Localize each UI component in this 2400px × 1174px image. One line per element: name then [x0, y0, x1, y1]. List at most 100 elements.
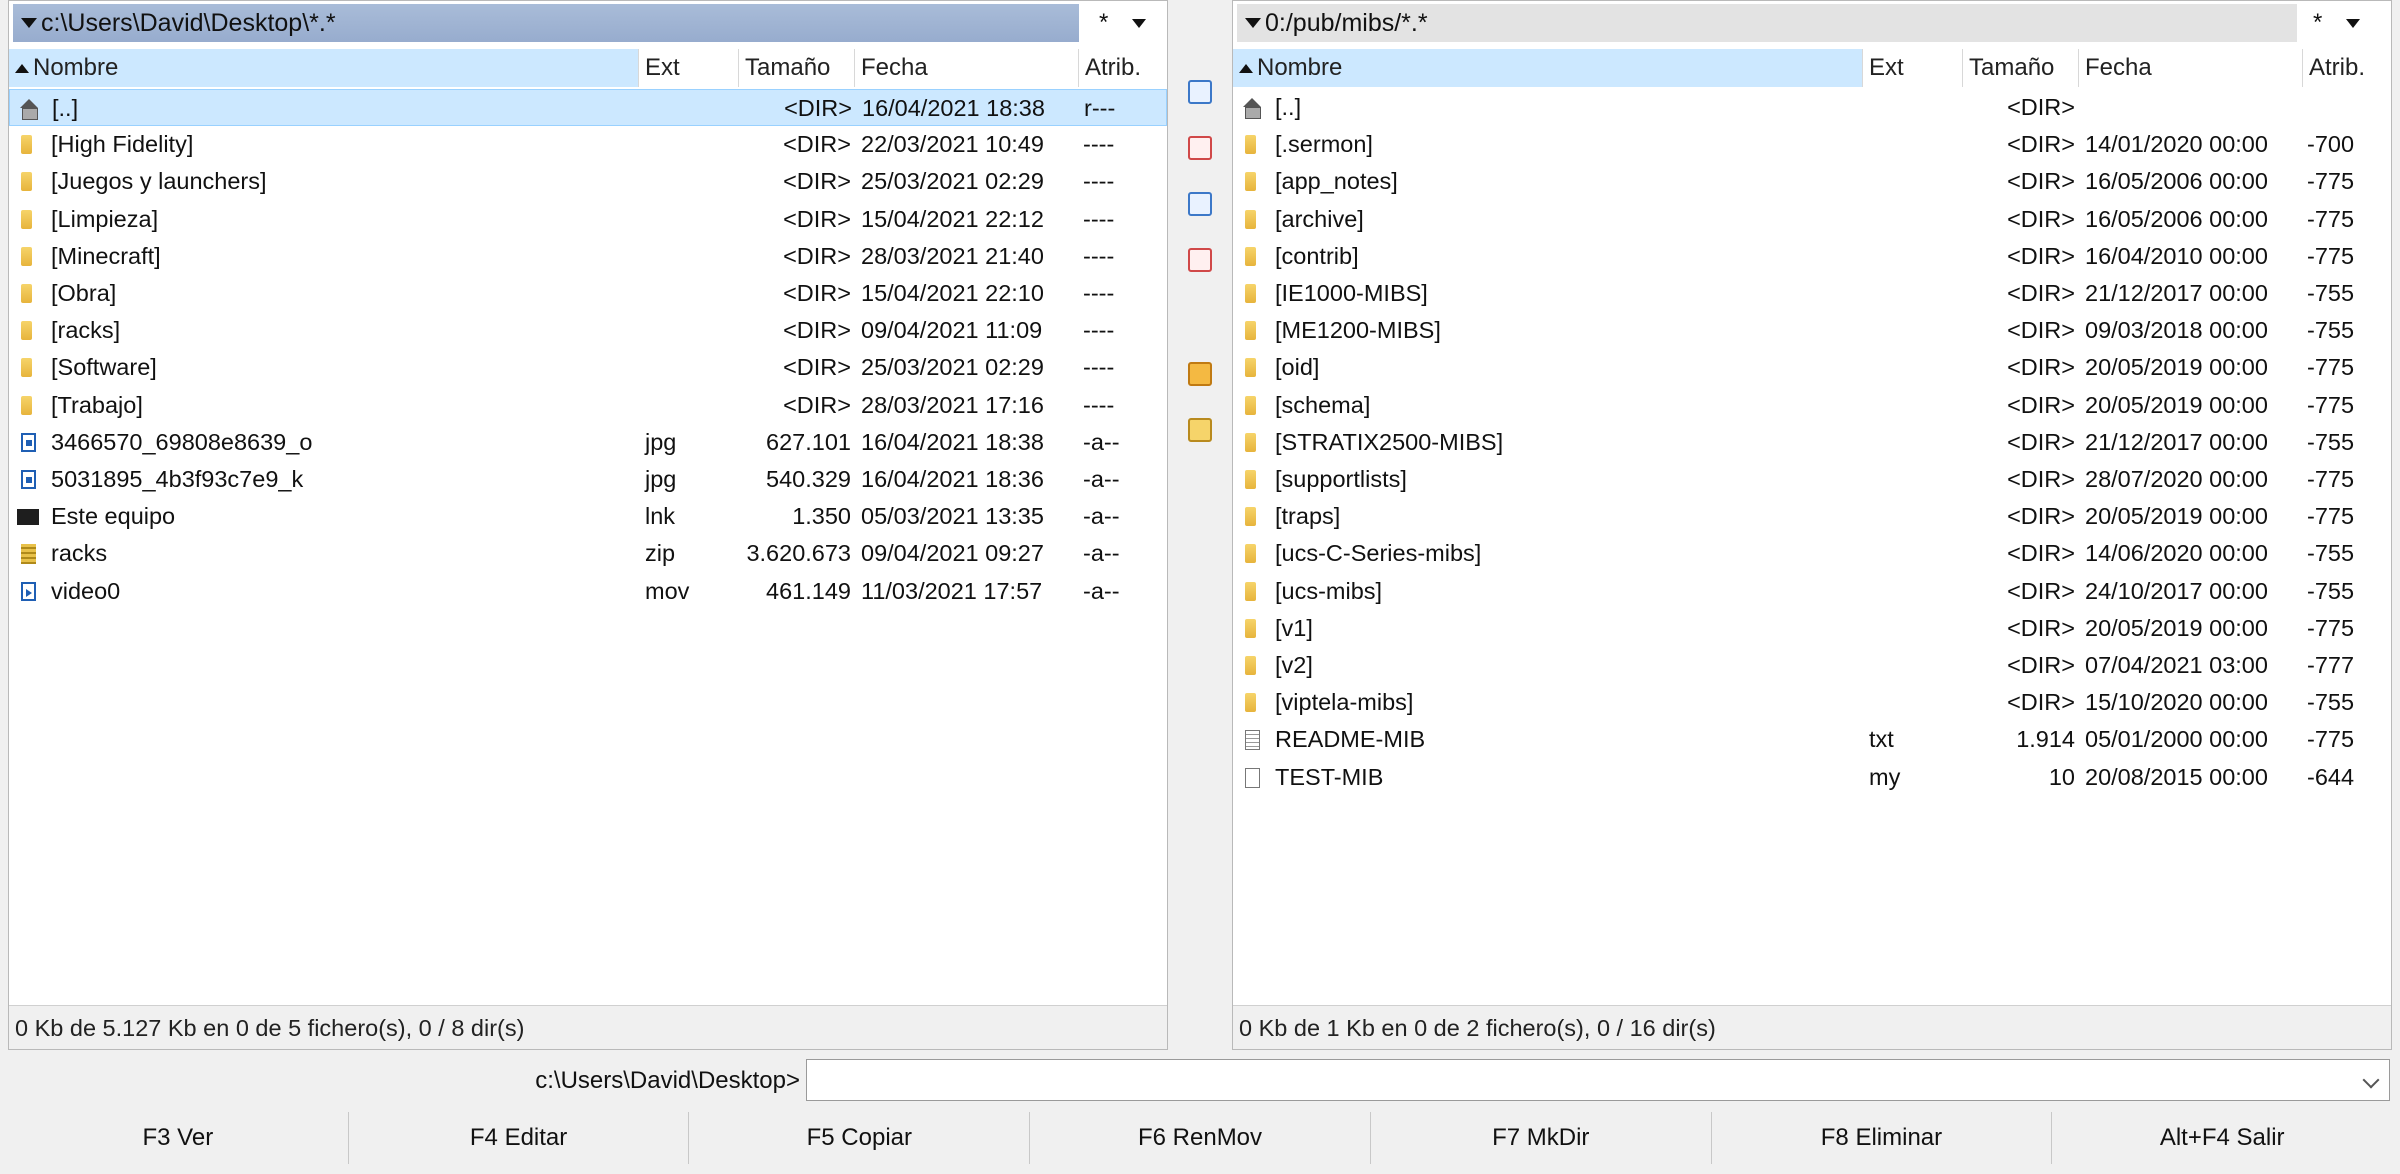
file-attr: ----	[1083, 391, 1115, 418]
file-attr: -a--	[1083, 540, 1120, 567]
f8-delete-button[interactable]: F8 Eliminar	[1712, 1112, 2053, 1164]
file-row[interactable]: [archive] <DIR> 16/05/2006 00:00 -775	[1233, 201, 2391, 238]
file-date: 20/05/2019 00:00	[2085, 354, 2268, 381]
file-row[interactable]: [oid] <DIR> 20/05/2019 00:00 -775	[1233, 349, 2391, 386]
f6-renmov-button[interactable]: F6 RenMov	[1030, 1112, 1371, 1164]
file-row[interactable]: [..] <DIR> 16/04/2021 18:38 r---	[9, 89, 1167, 126]
file-date: 05/01/2000 00:00	[2085, 726, 2268, 753]
folder-icon	[1245, 470, 1256, 489]
file-name: [racks]	[51, 317, 121, 344]
f4-edit-button[interactable]: F4 Editar	[349, 1112, 690, 1164]
file-size: <DIR>	[783, 317, 851, 344]
file-attr: -775	[2307, 503, 2355, 530]
file-ext	[1869, 275, 1959, 312]
edit-button[interactable]	[1175, 128, 1225, 168]
file-row[interactable]: [Trabajo] <DIR> 28/03/2021 17:16 ----	[9, 387, 1167, 424]
column-attr[interactable]: Atrib.	[1079, 49, 1169, 87]
f7-mkdir-button[interactable]: F7 MkDir	[1371, 1112, 1712, 1164]
column-name[interactable]: Nombre	[9, 49, 639, 87]
left-history-dropdown-icon[interactable]	[1132, 18, 1147, 28]
file-attr: -775	[2307, 726, 2355, 753]
folder-icon	[21, 284, 32, 303]
chevron-down-icon[interactable]	[2362, 1071, 2380, 1089]
file-row[interactable]: racks zip 3.620.673 09/04/2021 09:27 -a--	[9, 535, 1167, 572]
file-row[interactable]: README-MIB txt 1.914 05/01/2000 00:00 -775	[1233, 721, 2391, 758]
file-size: 627.101	[766, 428, 851, 455]
column-size[interactable]: Tamaño	[1963, 49, 2079, 87]
file-row[interactable]: [v2] <DIR> 07/04/2021 03:00 -777	[1233, 647, 2391, 684]
left-panel[interactable]: c:\Users\David\Desktop\*.* * Nombre Ext …	[8, 0, 1168, 1050]
copy-button[interactable]	[1175, 184, 1225, 224]
file-row[interactable]: [..] <DIR>	[1233, 89, 2391, 126]
file-row[interactable]: 3466570_69808e8639_o jpg 627.101 16/04/2021…	[9, 424, 1167, 461]
right-filter[interactable]: *	[2313, 9, 2322, 37]
view-button[interactable]	[1175, 72, 1225, 112]
file-row[interactable]: [ucs-mibs] <DIR> 24/10/2017 00:00 -755	[1233, 573, 2391, 610]
file-row[interactable]: [Juegos y launchers] <DIR> 25/03/2021 02:2…	[9, 163, 1167, 200]
right-panel[interactable]: 0:/pub/mibs/*.* * Nombre Ext Tamaño Fech…	[1232, 0, 2392, 1050]
path-dropdown-icon[interactable]	[1245, 18, 1261, 28]
file-size: 1.350	[792, 503, 851, 530]
alt-f4-exit-button[interactable]: Alt+F4 Salir	[2052, 1112, 2392, 1164]
file-row[interactable]: Este equipo lnk 1.350 05/03/2021 13:35 -a--	[9, 498, 1167, 535]
column-attr[interactable]: Atrib.	[2303, 49, 2393, 87]
file-attr: ----	[1083, 168, 1115, 195]
file-ext	[1869, 610, 1959, 647]
column-ext[interactable]: Ext	[639, 49, 739, 87]
file-attr: -775	[2307, 205, 2355, 232]
move-button[interactable]	[1175, 240, 1225, 280]
file-row[interactable]: [ucs-C-Series-mibs] <DIR> 14/06/2020 00:00…	[1233, 535, 2391, 572]
file-row[interactable]: [STRATIX2500-MIBS] <DIR> 21/12/2017 00:00 -…	[1233, 424, 2391, 461]
left-filter[interactable]: *	[1099, 9, 1108, 37]
path-dropdown-icon[interactable]	[21, 18, 37, 28]
file-row[interactable]: TEST-MIB my 10 20/08/2015 00:00 -644	[1233, 759, 2391, 796]
file-row[interactable]: [contrib] <DIR> 16/04/2010 00:00 -775	[1233, 238, 2391, 275]
file-row[interactable]: [IE1000-MIBS] <DIR> 21/12/2017 00:00 -755	[1233, 275, 2391, 312]
file-row[interactable]: [v1] <DIR> 20/05/2019 00:00 -775	[1233, 610, 2391, 647]
column-name[interactable]: Nombre	[1233, 49, 1863, 87]
folder-icon	[1245, 246, 1256, 266]
file-attr: -a--	[1083, 428, 1120, 455]
file-row[interactable]: video0 mov 461.149 11/03/2021 17:57 -a--	[9, 573, 1167, 610]
file-attr: -755	[2307, 317, 2355, 344]
file-date: 22/03/2021 10:49	[861, 131, 1044, 158]
right-history-dropdown-icon[interactable]	[2346, 18, 2361, 28]
folder-icon	[1245, 358, 1256, 378]
file-row[interactable]: [supportlists] <DIR> 28/07/2020 00:00 -775	[1233, 461, 2391, 498]
right-path-bar[interactable]: 0:/pub/mibs/*.*	[1237, 4, 2297, 42]
file-name: [ME1200-MIBS]	[1275, 317, 1441, 344]
file-row[interactable]: [High Fidelity] <DIR> 22/03/2021 10:49 ----	[9, 126, 1167, 163]
folder-icon	[21, 172, 32, 192]
image-file-icon	[21, 470, 36, 489]
file-row[interactable]: [Minecraft] <DIR> 28/03/2021 21:40 ----	[9, 238, 1167, 275]
file-row[interactable]: [.sermon] <DIR> 14/01/2020 00:00 -700	[1233, 126, 2391, 163]
folder-icon	[1245, 693, 1256, 713]
file-row[interactable]: [schema] <DIR> 20/05/2019 00:00 -775	[1233, 387, 2391, 424]
file-row[interactable]: 5031895_4b3f93c7e9_k jpg 540.329 16/04/2021…	[9, 461, 1167, 498]
file-row[interactable]: [ME1200-MIBS] <DIR> 09/03/2018 00:00 -755	[1233, 312, 2391, 349]
file-row[interactable]: [Software] <DIR> 25/03/2021 02:29 ----	[9, 349, 1167, 386]
left-path-bar[interactable]: c:\Users\David\Desktop\*.*	[13, 4, 1079, 42]
left-column-header: Nombre Ext Tamaño Fecha Atrib.	[9, 49, 1167, 87]
f3-view-button[interactable]: F3 Ver	[8, 1112, 349, 1164]
new-folder-button[interactable]	[1175, 410, 1225, 450]
file-attr: -a--	[1083, 466, 1120, 492]
file-ext	[645, 387, 735, 424]
file-row[interactable]: [Limpieza] <DIR> 15/04/2021 22:12 ----	[9, 201, 1167, 238]
pack-button[interactable]	[1175, 354, 1225, 394]
folder-icon	[1245, 284, 1256, 303]
column-size[interactable]: Tamaño	[739, 49, 855, 87]
command-input[interactable]	[806, 1059, 2390, 1101]
file-row[interactable]: [Obra] <DIR> 15/04/2021 22:10 ----	[9, 275, 1167, 312]
file-name: [..]	[1275, 94, 1302, 120]
column-date[interactable]: Fecha	[2079, 49, 2303, 87]
file-row[interactable]: [traps] <DIR> 20/05/2019 00:00 -775	[1233, 498, 2391, 535]
f5-copy-button[interactable]: F5 Copiar	[689, 1112, 1031, 1164]
column-ext[interactable]: Ext	[1863, 49, 1963, 87]
file-attr: ----	[1083, 354, 1115, 381]
file-row[interactable]: [app_notes] <DIR> 16/05/2006 00:00 -775	[1233, 163, 2391, 200]
column-date[interactable]: Fecha	[855, 49, 1079, 87]
file-row[interactable]: [viptela-mibs] <DIR> 15/10/2020 00:00 -755	[1233, 684, 2391, 721]
right-column-header: Nombre Ext Tamaño Fecha Atrib.	[1233, 49, 2391, 87]
file-row[interactable]: [racks] <DIR> 09/04/2021 11:09 ----	[9, 312, 1167, 349]
